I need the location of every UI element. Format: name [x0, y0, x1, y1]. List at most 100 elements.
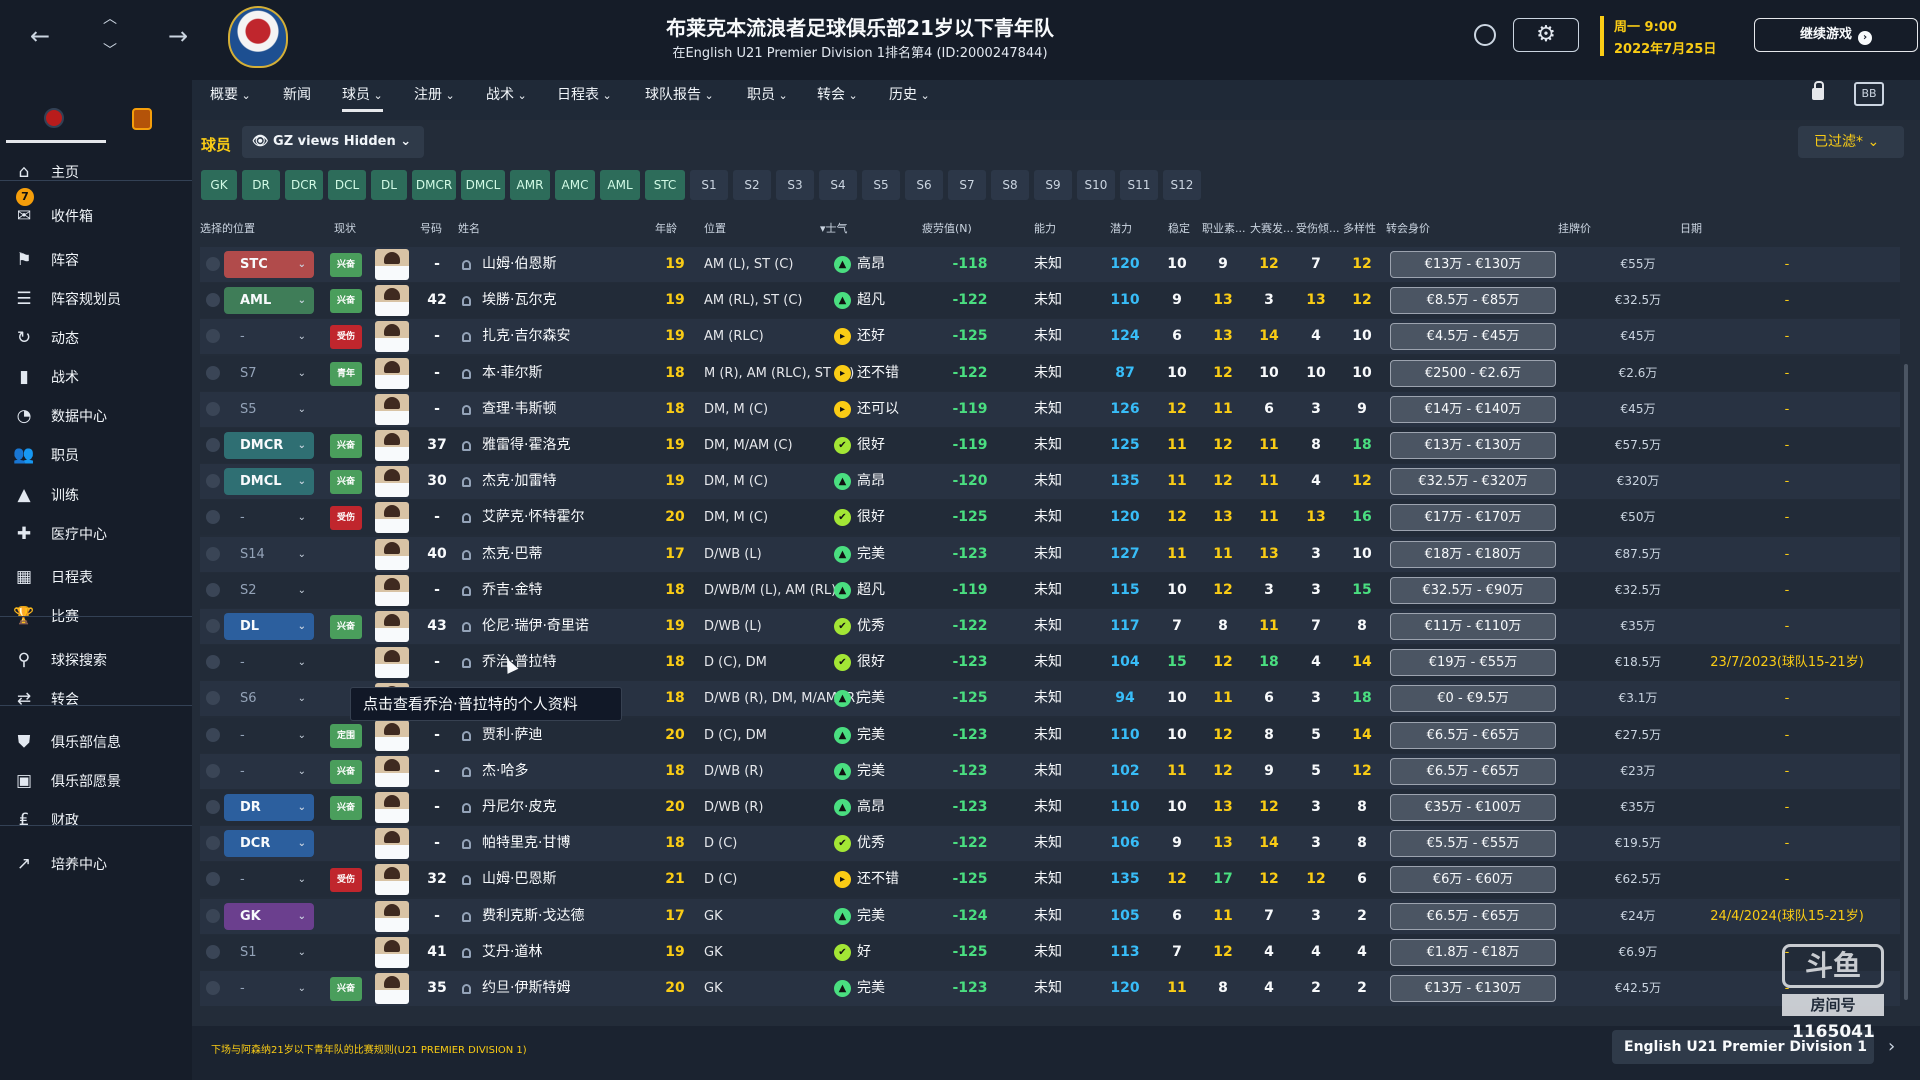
- table-row[interactable]: - ⌄ 兴奋 35 约旦·伊斯特姆 20 GK ▲ 完美 -123 未知 120 11 8 4 2 2 €13万 …: [200, 971, 1900, 1006]
- transfer-value-range[interactable]: €35万 - €100万: [1390, 794, 1556, 821]
- forward-arrow-icon[interactable]: →: [168, 24, 188, 48]
- shortlist-pin-icon[interactable]: [462, 585, 471, 596]
- selected-position-select[interactable]: GK ⌄: [224, 902, 314, 930]
- position-filter-dmcl[interactable]: DMCL: [461, 170, 505, 200]
- shortlist-pin-icon[interactable]: [462, 947, 471, 958]
- shortlist-pin-icon[interactable]: [462, 260, 471, 270]
- shortlist-pin-icon[interactable]: [462, 911, 471, 922]
- selected-position-select[interactable]: S2 ⌄: [224, 577, 314, 604]
- table-row[interactable]: DL ⌄ 兴奋 43 伦尼·瑞伊·奇里诺 19 D/WB (L) ✔ 优秀 -122 未知 117 7 8…: [200, 609, 1900, 644]
- nav-tab-5[interactable]: 日程表 ⌄: [557, 84, 612, 112]
- transfer-value-range[interactable]: €13万 - €130万: [1390, 975, 1556, 1002]
- player-face-avatar[interactable]: [375, 900, 409, 932]
- player-face-avatar[interactable]: [375, 502, 409, 534]
- sidebar-item-13[interactable]: ⇄ 转会: [0, 679, 192, 719]
- row-select-checkbox[interactable]: [206, 619, 220, 633]
- header-consistency[interactable]: 稳定: [1168, 220, 1190, 236]
- selected-position-select[interactable]: DR ⌄: [224, 794, 314, 821]
- shortlist-pin-icon[interactable]: [462, 296, 471, 307]
- selected-position-select[interactable]: - ⌄: [224, 975, 314, 1002]
- transfer-value-range[interactable]: €5.5万 - €55万: [1390, 830, 1556, 858]
- status-badge[interactable]: 兴奋: [330, 434, 362, 458]
- sidebar-item-7[interactable]: 👥 职员: [0, 435, 192, 475]
- sidebar-tab-nation-icon[interactable]: [132, 108, 152, 130]
- table-row[interactable]: AML ⌄ 兴奋 42 埃勝·瓦尔克 19 AM (RL), ST (C) ▲ 超凡 -122 未知…: [200, 283, 1900, 319]
- position-filter-dcr[interactable]: DCR: [285, 170, 323, 200]
- row-select-checkbox[interactable]: [206, 872, 220, 887]
- header-asking-price[interactable]: 挂牌价: [1558, 220, 1591, 236]
- header-potential[interactable]: 潜力: [1110, 220, 1132, 236]
- row-select-checkbox[interactable]: [206, 655, 220, 670]
- selected-position-select[interactable]: - ⌄: [224, 758, 314, 785]
- chevron-down-icon[interactable]: ﹀: [103, 44, 117, 58]
- shortlist-pin-icon[interactable]: [462, 332, 471, 343]
- header-fatigue[interactable]: 疲劳值(N): [922, 220, 972, 236]
- player-face-avatar[interactable]: [375, 611, 409, 642]
- continue-button[interactable]: 继续游戏 ›: [1754, 18, 1918, 52]
- sidebar-item-2[interactable]: ⚑ 阵容: [0, 240, 192, 280]
- position-filter-amc[interactable]: AMC: [555, 170, 595, 200]
- selected-position-select[interactable]: DL ⌄: [224, 613, 314, 640]
- table-row[interactable]: - ⌄ 受伤 - 扎克·吉尔森安 19 AM (RLC) ▸ 还好 -125 未知 124 6 13 14 4…: [200, 319, 1900, 355]
- player-name-link[interactable]: 雅雷得·霍洛克: [482, 428, 570, 463]
- header-status[interactable]: 现状: [334, 220, 356, 236]
- layout-toggle-icon[interactable]: BB: [1854, 82, 1884, 106]
- position-filter-s6[interactable]: S6: [905, 170, 943, 200]
- shortlist-pin-icon[interactable]: [462, 658, 471, 669]
- transfer-value-range[interactable]: €1.8万 - €18万: [1390, 938, 1556, 966]
- table-row[interactable]: - ⌄ 受伤 32 山姆·巴恩斯 21 D (C) ▸ 还不错 -125 未知 135 12 17 12 12…: [200, 862, 1900, 898]
- globe-icon[interactable]: [1474, 24, 1496, 46]
- sidebar-item-15[interactable]: ▣ 俱乐部愿景: [0, 761, 192, 801]
- sidebar-item-1[interactable]: ✉ 收件箱 7: [0, 188, 192, 236]
- transfer-value-range[interactable]: €13万 - €130万: [1390, 251, 1556, 278]
- position-filter-s1[interactable]: S1: [690, 170, 728, 200]
- player-face-avatar[interactable]: [375, 285, 409, 317]
- position-filter-dr[interactable]: DR: [242, 170, 280, 200]
- transfer-value-range[interactable]: €6.5万 - €65万: [1390, 721, 1556, 749]
- nav-tab-7[interactable]: 职员 ⌄: [747, 84, 788, 112]
- row-select-checkbox[interactable]: [206, 800, 220, 814]
- position-filter-dmcr[interactable]: DMCR: [412, 170, 456, 200]
- selected-position-select[interactable]: S14 ⌄: [224, 541, 314, 568]
- header-injury-proneness[interactable]: 受伤倾...: [1296, 220, 1340, 236]
- row-select-checkbox[interactable]: [206, 836, 220, 851]
- position-filter-s4[interactable]: S4: [819, 170, 857, 200]
- player-name-link[interactable]: 艾萨克·怀特霍尔: [482, 500, 584, 535]
- status-badge[interactable]: 兴奋: [330, 759, 362, 784]
- table-row[interactable]: DMCR ⌄ 兴奋 37 雅雷得·霍洛克 19 DM, M/AM (C) ✔ 很好 -119 未知 1…: [200, 428, 1900, 463]
- vertical-scrollbar[interactable]: [1904, 364, 1908, 1000]
- nav-tab-1[interactable]: 新闻: [283, 84, 311, 112]
- status-badge[interactable]: 受伤: [330, 506, 362, 531]
- table-row[interactable]: - ⌄ 定围 - 贾利·萨迪 20 D (C), DM ▲ 完美 -123 未知 110 10 12 8 5 1…: [200, 717, 1900, 753]
- transfer-value-range[interactable]: €11万 - €110万: [1390, 613, 1556, 640]
- header-position[interactable]: 位置: [704, 220, 726, 236]
- selected-position-select[interactable]: AML ⌄: [224, 287, 314, 315]
- nav-tab-6[interactable]: 球队报告 ⌄: [645, 84, 714, 112]
- header-morale[interactable]: ▾士气: [820, 220, 848, 236]
- position-filter-s7[interactable]: S7: [948, 170, 986, 200]
- row-select-checkbox[interactable]: [206, 981, 220, 995]
- sidebar-item-5[interactable]: ▮ 战术: [0, 357, 192, 397]
- status-badge[interactable]: 兴奋: [330, 796, 362, 820]
- sidebar-item-17[interactable]: ↗ 培养中心: [0, 844, 192, 884]
- shortlist-pin-icon[interactable]: [462, 404, 471, 415]
- position-filter-aml[interactable]: AML: [600, 170, 640, 200]
- club-crest-icon[interactable]: [228, 6, 288, 68]
- selected-position-select[interactable]: - ⌄: [224, 649, 314, 676]
- table-row[interactable]: STC ⌄ 兴奋 - 山姆·伯恩斯 19 AM (L), ST (C) ▲ 高昂 -118 未知 12…: [200, 247, 1900, 282]
- player-name-link[interactable]: 艾丹·道林: [482, 935, 542, 970]
- row-select-checkbox[interactable]: [206, 365, 220, 380]
- header-name[interactable]: 姓名: [458, 220, 480, 236]
- row-select-checkbox[interactable]: [206, 944, 220, 959]
- sidebar-item-16[interactable]: ₤ 财政: [0, 800, 192, 840]
- header-big-matches[interactable]: 大赛发...: [1250, 220, 1294, 236]
- player-name-link[interactable]: 埃勝·瓦尔克: [482, 283, 556, 318]
- table-row[interactable]: - ⌄ 受伤 - 艾萨克·怀特霍尔 20 DM, M (C) ✔ 很好 -125 未知 120 12 13…: [200, 500, 1900, 536]
- player-name-link[interactable]: 费利克斯·戈达德: [482, 899, 584, 934]
- selected-position-select[interactable]: S6 ⌄: [224, 685, 314, 712]
- nav-tab-0[interactable]: 概要 ⌄: [210, 84, 251, 112]
- selected-position-select[interactable]: - ⌄: [224, 504, 314, 531]
- player-face-avatar[interactable]: [375, 828, 409, 860]
- selected-position-select[interactable]: DMCR ⌄: [224, 432, 314, 459]
- row-select-checkbox[interactable]: [206, 401, 220, 416]
